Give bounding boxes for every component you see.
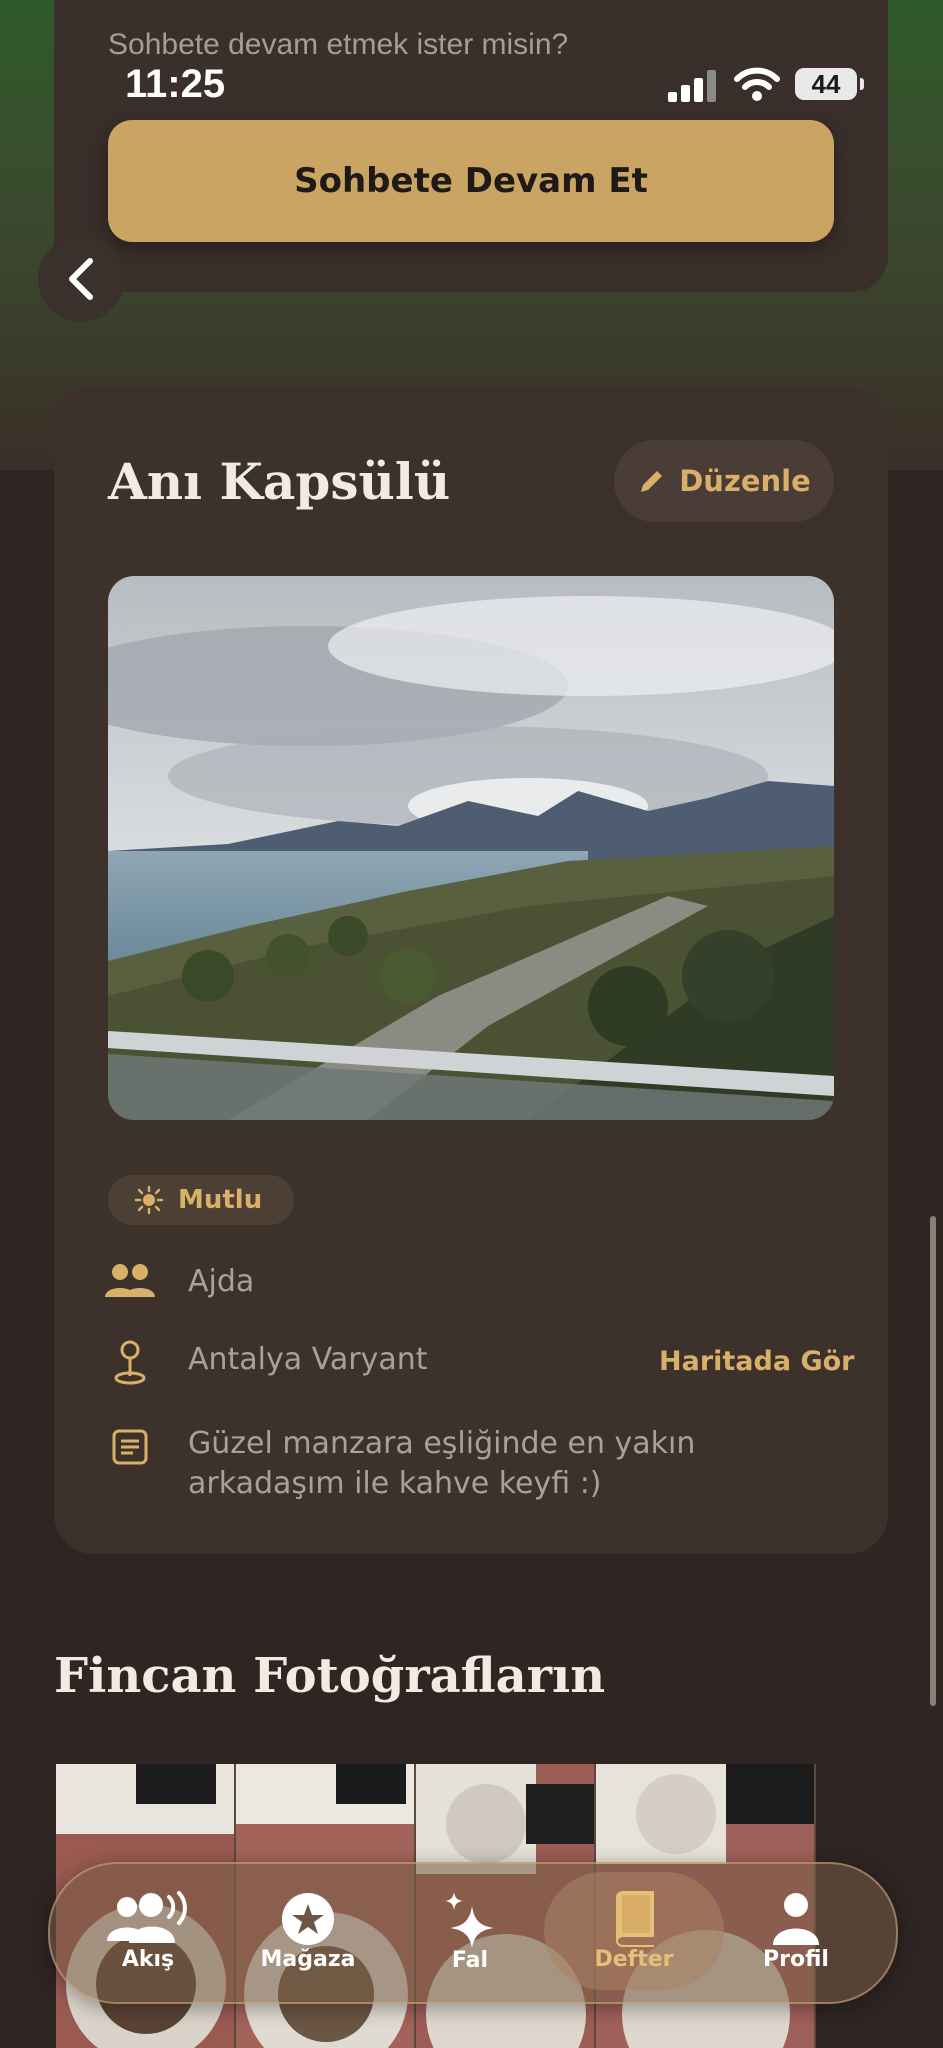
view-on-map-link[interactable]: Haritada Gör [659, 1346, 855, 1377]
location-text: Antalya Varyant [188, 1342, 428, 1377]
scrollbar[interactable] [930, 1216, 936, 1706]
map-pin-icon [102, 1340, 158, 1386]
chat-prompt-text: Sohbete devam etmek ister misin? [108, 28, 569, 61]
tab-akis[interactable]: Akış [88, 1868, 208, 1994]
person-icon [773, 1892, 819, 1945]
mood-label: Mutlu [178, 1185, 263, 1215]
location-row [102, 1340, 158, 1386]
tab-defter[interactable]: Defter [574, 1868, 694, 1994]
edit-button-label: Düzenle [679, 464, 811, 498]
pencil-icon [641, 471, 663, 492]
tab-magaza[interactable]: Mağaza [248, 1868, 368, 1994]
tab-fal-label: Fal [451, 1947, 489, 1973]
battery-cap [860, 78, 864, 90]
sun-icon [134, 1185, 164, 1215]
tab-akis-label: Akış [121, 1946, 175, 1972]
edit-button[interactable]: Düzenle [614, 440, 834, 522]
memory-photo[interactable] [108, 576, 834, 1120]
note-row [102, 1424, 158, 1470]
people-icon [102, 1258, 158, 1304]
note-line-2: arkadaşım ile kahve keyfi :) [188, 1466, 602, 1501]
status-time: 11:25 [125, 62, 226, 106]
note-line-1: Güzel manzara eşliğinde en yakın [188, 1426, 696, 1461]
tab-fal[interactable]: Fal [410, 1868, 530, 1994]
tab-magaza-label: Mağaza [260, 1946, 356, 1972]
note-text: Güzel manzara eşliğinde en yakın arkadaş… [188, 1424, 695, 1504]
cellular-signal-icon [668, 70, 716, 102]
book-icon [616, 1890, 654, 1947]
cup-photos-title: Fincan Fotoğrafların [54, 1648, 606, 1704]
people-broadcast-icon [107, 1890, 187, 1943]
mood-badge: Mutlu [108, 1175, 294, 1225]
tab-defter-label: Defter [594, 1946, 674, 1972]
battery-level: 44 [795, 68, 857, 100]
back-button[interactable] [38, 236, 124, 322]
continue-chat-button[interactable]: Sohbete Devam Et [108, 120, 834, 242]
note-icon [102, 1424, 158, 1470]
people-text: Ajda [188, 1264, 255, 1299]
tab-profil[interactable]: Profil [736, 1868, 856, 1994]
tab-profil-label: Profil [763, 1946, 829, 1972]
wifi-icon [734, 67, 780, 101]
people-row [102, 1258, 158, 1304]
memory-photo-image [108, 576, 834, 1120]
star-circle-icon [282, 1892, 334, 1945]
chevron-left-icon [69, 258, 93, 300]
sparkles-icon [445, 1891, 494, 1948]
memory-capsule-title: Anı Kapsülü [108, 452, 451, 511]
